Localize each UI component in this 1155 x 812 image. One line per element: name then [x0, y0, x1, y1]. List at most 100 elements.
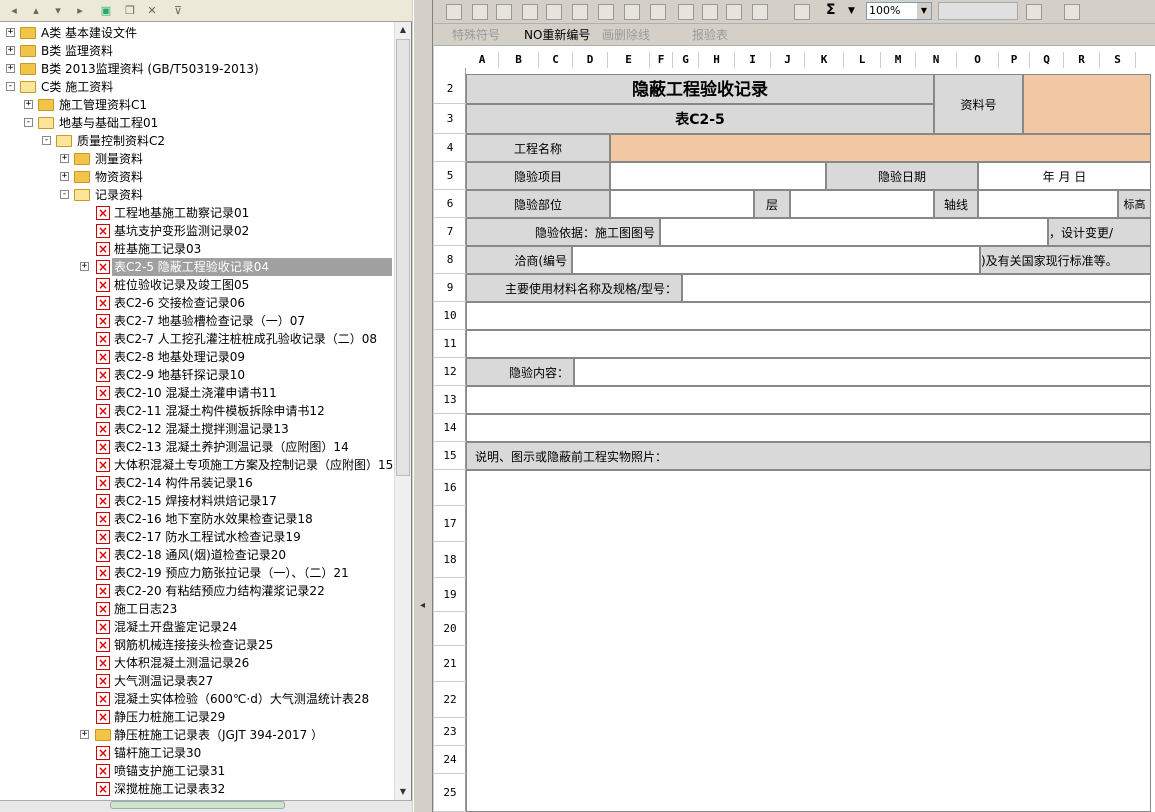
scroll-thumb[interactable] — [396, 39, 410, 476]
form-title[interactable]: 隐蔽工程验收记录 — [466, 74, 934, 104]
basis-label[interactable]: 隐验依据：施工图图号 — [466, 218, 660, 246]
tree-node[interactable]: × 表C2-19 预应力筋张拉记录（一）、（二）21 — [0, 564, 394, 582]
expand-icon[interactable]: + — [6, 64, 15, 73]
drawing-number-field[interactable] — [660, 218, 1048, 246]
row-header-cell[interactable]: 19 — [434, 578, 466, 612]
axis-field[interactable] — [978, 190, 1118, 218]
project-name-field[interactable] — [610, 134, 1151, 162]
column-header-cell[interactable]: N — [916, 52, 957, 68]
line-spacing-icon[interactable] — [678, 4, 694, 20]
content-field[interactable] — [574, 358, 1151, 386]
tree-node[interactable]: × 表C2-8 地基处理记录09 — [0, 348, 394, 366]
materials-label[interactable]: 主要使用材料名称及规格/型号： — [466, 274, 682, 302]
sum-dropdown-icon[interactable]: ▼ — [848, 6, 855, 16]
tree-node[interactable]: × 喷锚支护施工记录31 — [0, 762, 394, 780]
location-label[interactable]: 隐验部位 — [466, 190, 610, 218]
tree-node[interactable]: - C类 施工资料 — [0, 78, 394, 96]
content-label[interactable]: 隐验内容： — [466, 358, 574, 386]
tree-node[interactable]: - 地基与基础工程01 — [0, 114, 394, 132]
row-header-cell[interactable]: 6 — [434, 190, 466, 218]
expand-icon[interactable]: + — [80, 730, 89, 739]
tree-node[interactable]: × 静压力桩施工记录29 — [0, 708, 394, 726]
remarks-label[interactable]: 说明、图示或隐蔽前工程实物照片： — [466, 442, 1151, 470]
expand-icon[interactable]: + — [6, 46, 15, 55]
tree-node[interactable]: + B类 监理资料 — [0, 42, 394, 60]
tree-node[interactable]: × 钢筋机械连接接头检查记录25 — [0, 636, 394, 654]
sum-icon[interactable]: Σ — [826, 2, 836, 18]
row-header-cell[interactable]: 11 — [434, 330, 466, 358]
border-style-icon[interactable] — [1026, 4, 1042, 20]
row-header-cell[interactable]: 17 — [434, 506, 466, 542]
tree-node[interactable]: × 大体积混凝土专项施工方案及控制记录（应附图）15 — [0, 456, 394, 474]
copy-icon[interactable]: ❐ — [122, 3, 138, 19]
collapse-icon[interactable]: - — [42, 136, 51, 145]
paint-icon[interactable] — [726, 4, 742, 20]
tree-node[interactable]: + 物资资料 — [0, 168, 394, 186]
arrow-down-icon[interactable]: ▾ — [50, 3, 66, 19]
elevation-label[interactable]: 标高 — [1118, 190, 1151, 218]
indent-icon[interactable] — [702, 4, 718, 20]
row-header-cell[interactable]: 12 — [434, 358, 466, 386]
column-header-cell[interactable]: M — [881, 52, 916, 68]
tree-node[interactable]: × 大体积混凝土测温记录26 — [0, 654, 394, 672]
column-header-cell[interactable]: E — [608, 52, 650, 68]
content-field-2[interactable] — [466, 386, 1151, 414]
expand-icon[interactable]: + — [6, 28, 15, 37]
tree-node[interactable]: + A类 基本建设文件 — [0, 24, 394, 42]
merge-cells-icon[interactable] — [446, 4, 462, 20]
column-header-cell[interactable]: B — [499, 52, 539, 68]
collapse-icon[interactable]: - — [60, 190, 69, 199]
tree-node[interactable]: × 表C2-14 构件吊装记录16 — [0, 474, 394, 492]
column-header-cell[interactable]: O — [957, 52, 999, 68]
remarks-field[interactable] — [466, 470, 1151, 812]
fill-icon[interactable] — [496, 4, 512, 20]
row-header-cell[interactable]: 13 — [434, 386, 466, 414]
row-header-cell[interactable]: 2 — [434, 74, 466, 104]
tree-node[interactable]: × 表C2-13 混凝土养护测温记录（应附图）14 — [0, 438, 394, 456]
tree-node[interactable]: × 表C2-9 地基钎探记录10 — [0, 366, 394, 384]
tree-node[interactable]: × 表C2-7 人工挖孔灌注桩桩成孔验收记录（二）08 — [0, 330, 394, 348]
negotiation-field[interactable] — [572, 246, 980, 274]
row-header-cell[interactable]: 7 — [434, 218, 466, 246]
tree-node[interactable]: × 表C2-11 混凝土构件模板拆除申请书12 — [0, 402, 394, 420]
tree-node[interactable]: × 表C2-18 通风(烟)道检查记录20 — [0, 546, 394, 564]
tree-node[interactable]: × 深搅桩施工记录表32 — [0, 780, 394, 798]
item-field[interactable] — [610, 162, 826, 190]
standard-label[interactable]: )及有关国家现行标准等。 — [980, 246, 1151, 274]
tree-node[interactable]: × 混凝土开盘鉴定记录24 — [0, 618, 394, 636]
tree-node[interactable]: × 表C2-20 有粘结预应力结构灌浆记录22 — [0, 582, 394, 600]
delete-icon[interactable]: ✕ — [144, 3, 160, 19]
tree-node[interactable]: × 施工日志23 — [0, 600, 394, 618]
border-color-icon[interactable] — [1064, 4, 1080, 20]
row-header-cell[interactable]: 14 — [434, 414, 466, 442]
doc-number-field[interactable] — [1023, 74, 1151, 134]
special-symbol-button[interactable]: 特殊符号 — [452, 27, 500, 43]
column-header-cell[interactable]: A — [466, 52, 499, 68]
row-header-cell[interactable]: 21 — [434, 646, 466, 682]
panel-splitter[interactable]: ◂ — [413, 0, 433, 812]
tree-node[interactable]: + 测量资料 — [0, 150, 394, 168]
border-icon[interactable] — [752, 4, 768, 20]
row-header-cell[interactable]: 18 — [434, 542, 466, 578]
column-header-cell[interactable]: L — [844, 52, 881, 68]
row-header-cell[interactable]: 24 — [434, 746, 466, 774]
tree-node[interactable]: × 表C2-7 地基验槽检查记录（一）07 — [0, 312, 394, 330]
tree-node[interactable]: × 基坑支护变形监测记录02 — [0, 222, 394, 240]
scroll-up-icon[interactable]: ▲ — [395, 22, 411, 38]
expand-icon[interactable]: + — [60, 154, 69, 163]
column-header-cell[interactable]: G — [673, 52, 699, 68]
column-header-cell[interactable]: R — [1064, 52, 1100, 68]
project-name-label[interactable]: 工程名称 — [466, 134, 610, 162]
color-icon[interactable] — [794, 4, 810, 20]
row-header-cell[interactable]: 5 — [434, 162, 466, 190]
tree-node[interactable]: × 锚杆施工记录30 — [0, 744, 394, 762]
axis-label[interactable]: 轴线 — [934, 190, 978, 218]
date-label[interactable]: 隐验日期 — [826, 162, 978, 190]
tree-node[interactable]: × 表C2-16 地下室防水效果检查记录18 — [0, 510, 394, 528]
column-header-cell[interactable]: J — [771, 52, 805, 68]
row-header-cell[interactable]: 16 — [434, 470, 466, 506]
column-header-cell[interactable]: C — [539, 52, 573, 68]
tree-node[interactable]: × 混凝土实体检验（600℃·d）大气测温统计表28 — [0, 690, 394, 708]
list-icon[interactable] — [572, 4, 588, 20]
scroll-down-icon[interactable]: ▼ — [395, 784, 411, 800]
